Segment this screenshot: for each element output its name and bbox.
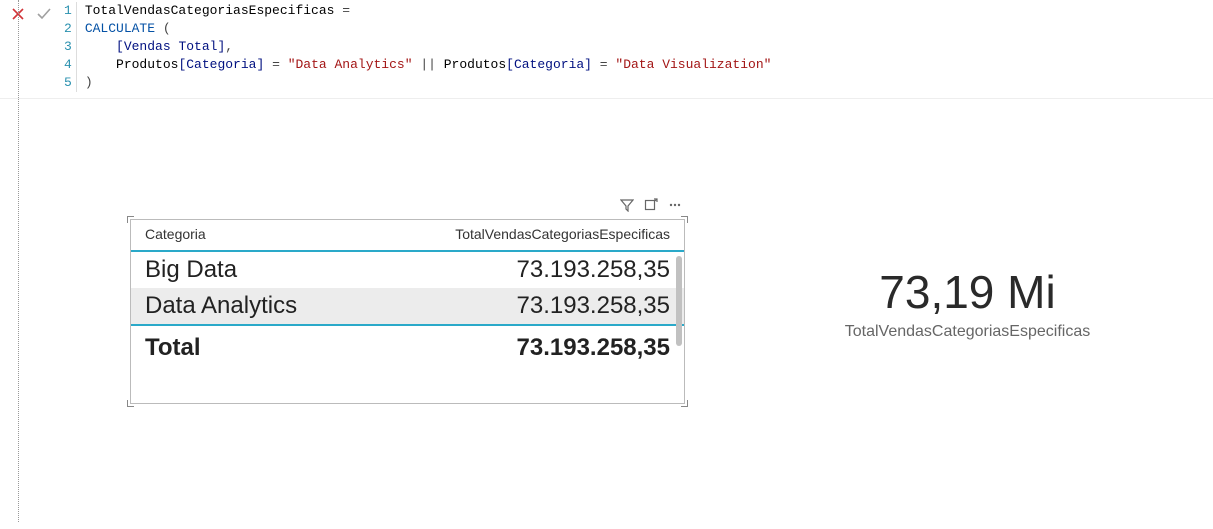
focus-mode-icon[interactable] [642,196,660,214]
card-visual[interactable]: 73,19 Mi TotalVendasCategoriasEspecifica… [760,264,1175,389]
card-value: 73,19 Mi [761,265,1174,319]
cell-value: 73.193.258,35 [366,288,684,325]
resize-handle-tr[interactable] [681,216,688,223]
resize-handle-tl[interactable] [127,216,134,223]
fn-calculate: CALCULATE [85,21,155,36]
cell-value: 73.193.258,35 [366,251,684,288]
str-data-analytics: "Data Analytics" [288,57,413,72]
formula-bar: 1 2 3 4 5 TotalVendasCategoriasEspecific… [0,0,1213,99]
cell-category: Big Data [131,251,366,288]
line-gutter: 1 2 3 4 5 [60,2,77,92]
scrollbar-thumb[interactable] [676,256,682,346]
filter-icon[interactable] [618,196,636,214]
col-header-categoria[interactable]: Categoria [131,220,366,251]
str-data-visualization: "Data Visualization" [615,57,771,72]
visual-header [618,196,684,214]
col-header-total[interactable]: TotalVendasCategoriasEspecificas [366,220,684,251]
table-row[interactable]: Big Data 73.193.258,35 [131,251,684,288]
report-canvas[interactable]: Categoria TotalVendasCategoriasEspecific… [0,99,1213,529]
table-visual[interactable]: Categoria TotalVendasCategoriasEspecific… [130,219,685,404]
more-options-icon[interactable] [666,196,684,214]
data-table: Categoria TotalVendasCategoriasEspecific… [131,220,684,370]
card-label: TotalVendasCategoriasEspecificas [761,323,1174,341]
table-total-row: Total 73.193.258,35 [131,325,684,370]
total-value: 73.193.258,35 [366,325,684,370]
table-row[interactable]: Data Analytics 73.193.258,35 [131,288,684,325]
formula-commit-button[interactable] [34,4,54,24]
cell-category: Data Analytics [131,288,366,325]
resize-handle-br[interactable] [681,400,688,407]
measure-name: TotalVendasCategoriasEspecificas [85,3,335,18]
dax-editor[interactable]: 1 2 3 4 5 TotalVendasCategoriasEspecific… [60,2,771,98]
resize-handle-bl[interactable] [127,400,134,407]
total-label: Total [131,325,366,370]
code-lines[interactable]: TotalVendasCategoriasEspecificas = CALCU… [77,2,772,92]
col-vendas-total: [Vendas Total] [116,39,225,54]
